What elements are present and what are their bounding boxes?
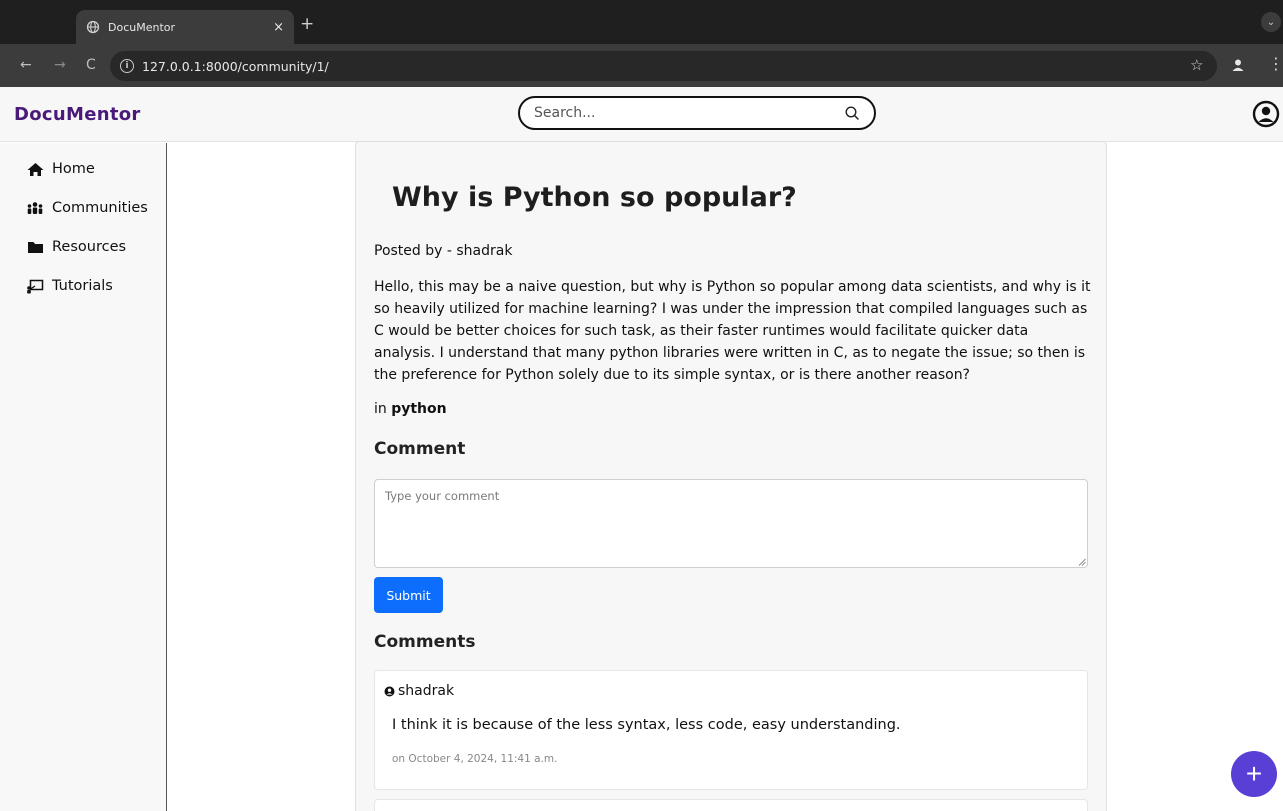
browser-toolbar: ← → C i 127.0.0.1:8000/community/1/ ☆ ⋮ bbox=[0, 44, 1283, 87]
globe-icon bbox=[86, 20, 100, 34]
new-tab-button[interactable]: + bbox=[300, 14, 314, 34]
brand-logo[interactable]: DocuMentor bbox=[14, 104, 141, 125]
comment-text: I think it is because of the less syntax… bbox=[392, 717, 901, 733]
sidebar-item-label: Tutorials bbox=[52, 278, 113, 294]
comment-heading: Comment bbox=[374, 439, 466, 459]
post-author: Posted by - shadrak bbox=[374, 243, 513, 259]
comment-author: shadrak bbox=[384, 683, 454, 699]
tab-close-icon[interactable]: × bbox=[273, 20, 284, 35]
sidebar-item-label: Resources bbox=[52, 239, 127, 255]
communities-icon bbox=[26, 200, 44, 216]
post-body: Hello, this may be a naive question, but… bbox=[374, 279, 1091, 383]
address-bar[interactable]: i 127.0.0.1:8000/community/1/ bbox=[110, 51, 1217, 81]
sidebar-item-communities[interactable]: Communities bbox=[26, 200, 148, 216]
url-text: 127.0.0.1:8000/community/1/ bbox=[142, 58, 329, 74]
resize-grip-icon[interactable] bbox=[1078, 558, 1086, 566]
search-input[interactable] bbox=[534, 105, 844, 121]
add-fab-button[interactable]: + bbox=[1231, 751, 1277, 797]
folder-icon bbox=[26, 239, 44, 255]
community-prefix: in bbox=[374, 401, 387, 417]
sidebar-item-label: Communities bbox=[52, 200, 148, 216]
post-card: Why is Python so popular? Posted by - sh… bbox=[355, 141, 1107, 811]
search-icon[interactable] bbox=[844, 105, 860, 121]
comment-date: on October 4, 2024, 11:41 a.m. bbox=[392, 753, 558, 765]
comment-textarea[interactable] bbox=[374, 479, 1088, 568]
home-icon bbox=[26, 161, 44, 177]
web-page: DocuMentor Home Communities Resources bbox=[0, 87, 1283, 811]
browser-tab[interactable]: DocuMentor × bbox=[76, 10, 294, 44]
submit-button[interactable]: Submit bbox=[374, 577, 443, 613]
search-bar bbox=[518, 96, 876, 130]
forward-button[interactable]: → bbox=[54, 56, 66, 74]
sidebar-item-home[interactable]: Home bbox=[26, 161, 95, 177]
site-info-icon[interactable]: i bbox=[120, 59, 134, 73]
app-navbar: DocuMentor bbox=[0, 87, 1283, 142]
bookmark-star-icon[interactable]: ☆ bbox=[1190, 56, 1203, 74]
post-community: in python bbox=[374, 401, 447, 417]
back-button[interactable]: ← bbox=[20, 56, 32, 74]
comment-author-name: shadrak bbox=[398, 683, 455, 699]
comment-item bbox=[374, 799, 1088, 811]
comment-item: shadrak I think it is because of the les… bbox=[374, 670, 1088, 790]
tab-title: DocuMentor bbox=[108, 20, 176, 34]
sidebar: Home Communities Resources Tutorials bbox=[0, 143, 167, 811]
browser-tab-bar: DocuMentor × + ⌄ bbox=[0, 0, 1283, 44]
comments-heading: Comments bbox=[374, 632, 476, 652]
browser-profile-icon[interactable] bbox=[1228, 55, 1248, 75]
reload-button[interactable]: C bbox=[86, 56, 96, 74]
sidebar-item-resources[interactable]: Resources bbox=[26, 239, 126, 255]
user-circle-icon bbox=[384, 686, 395, 696]
tab-search-chevron-icon[interactable]: ⌄ bbox=[1261, 12, 1281, 32]
community-name[interactable]: python bbox=[391, 401, 446, 417]
account-icon[interactable] bbox=[1252, 100, 1280, 128]
browser-menu-icon[interactable]: ⋮ bbox=[1268, 54, 1283, 73]
tutorials-icon bbox=[26, 278, 44, 294]
sidebar-item-label: Home bbox=[52, 161, 95, 177]
sidebar-item-tutorials[interactable]: Tutorials bbox=[26, 278, 113, 294]
post-title: Why is Python so popular? bbox=[392, 182, 797, 213]
